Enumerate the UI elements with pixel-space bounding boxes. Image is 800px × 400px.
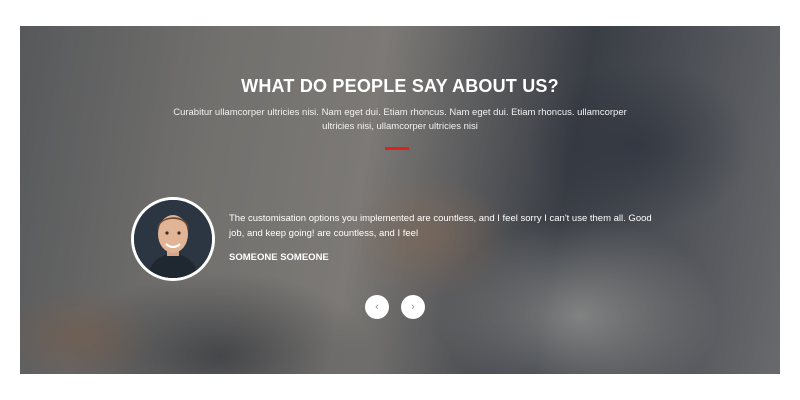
previous-slide-button[interactable]: ‹ (365, 295, 389, 319)
testimonial-author: SOMEONE SOMEONE (229, 252, 329, 263)
page: WHAT DO PEOPLE SAY ABOUT US? Curabitur u… (0, 0, 800, 400)
person-portrait-icon (134, 200, 212, 278)
accent-divider (385, 147, 409, 150)
testimonial-quote: The customisation options you implemente… (229, 213, 652, 239)
section-heading: WHAT DO PEOPLE SAY ABOUT US? (241, 76, 559, 96)
chevron-right-icon: › (411, 301, 415, 313)
testimonials-section: WHAT DO PEOPLE SAY ABOUT US? Curabitur u… (20, 26, 780, 374)
next-slide-button[interactable]: › (401, 295, 425, 319)
chevron-left-icon: ‹ (375, 301, 379, 313)
section-subheading: Curabitur ullamcorper ultricies nisi. Na… (173, 107, 627, 132)
avatar (131, 197, 215, 281)
